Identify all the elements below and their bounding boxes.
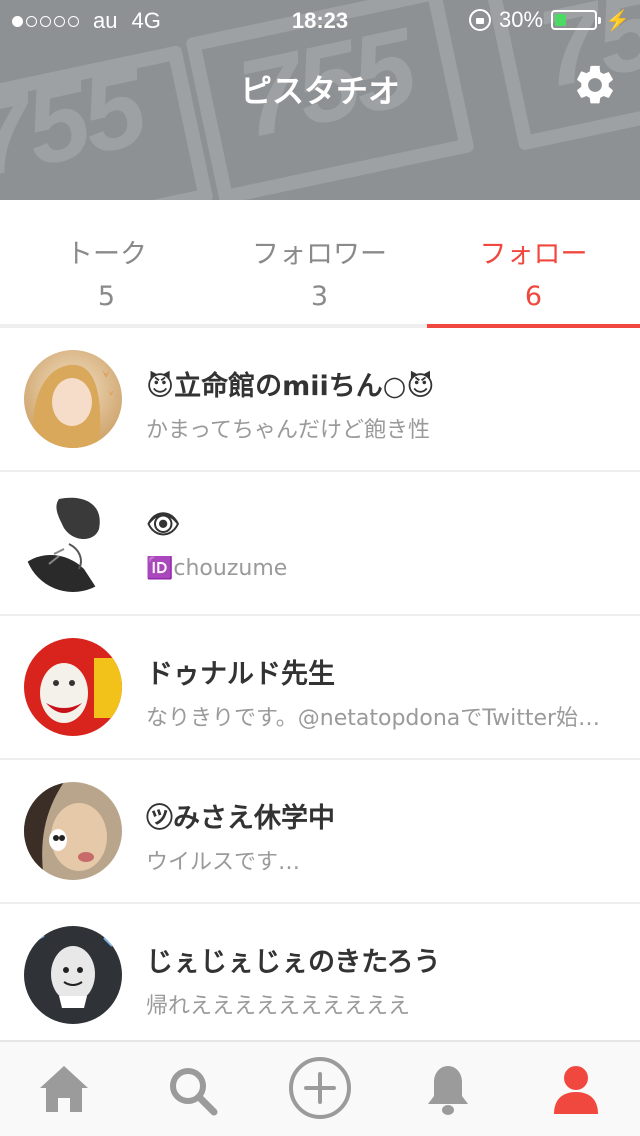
list-item[interactable]: ドゥナルド先生 なりきりです。@netatopdonaでTwitter始めました bbox=[0, 616, 640, 760]
tab-post[interactable] bbox=[288, 1056, 352, 1120]
list-item[interactable]: 😈立命館のmiiちん○😈 かまってちゃんだけど飽き性 bbox=[0, 328, 640, 472]
plus-circle-icon bbox=[289, 1057, 351, 1119]
bell-icon bbox=[428, 1066, 468, 1115]
battery-fill bbox=[555, 14, 567, 26]
tab-followers[interactable]: フォロワー 3 bbox=[213, 200, 426, 324]
battery-icon bbox=[551, 10, 602, 30]
user-description: かまってちゃんだけど飽き性 bbox=[146, 418, 431, 443]
tab-label: フォロワー bbox=[252, 239, 387, 270]
following-list: 😈立命館のmiiちん○😈 かまってちゃんだけど飽き性 👁 🆔chouzume ド… bbox=[0, 328, 640, 1048]
list-item[interactable]: ㋡みさえ休学中 ウイルスです… bbox=[0, 760, 640, 904]
header: 755 755 755 au 4G 18:23 30% ⚡ ピスタチオ bbox=[0, 0, 640, 200]
tab-home[interactable] bbox=[34, 1060, 94, 1120]
home-icon bbox=[40, 1066, 88, 1112]
bottom-tab-bar bbox=[0, 1040, 640, 1136]
tab-profile[interactable] bbox=[546, 1060, 606, 1120]
gear-icon bbox=[577, 65, 613, 104]
user-name: 😈立命館のmiiちん○😈 bbox=[146, 371, 435, 402]
user-description: なりきりです。@netatopdonaでTwitter始めました bbox=[146, 706, 616, 731]
avatar[interactable] bbox=[24, 494, 122, 592]
search-icon bbox=[170, 1068, 218, 1116]
tab-count: 3 bbox=[310, 281, 329, 312]
user-name: 👁 bbox=[146, 509, 181, 540]
list-item[interactable]: 👁 🆔chouzume bbox=[0, 472, 640, 616]
tab-talk[interactable]: トーク 5 bbox=[0, 200, 213, 324]
tab-notifications[interactable] bbox=[418, 1060, 478, 1120]
battery-percent: 30% bbox=[499, 7, 544, 32]
charging-icon: ⚡ bbox=[605, 9, 630, 32]
avatar[interactable] bbox=[24, 782, 122, 880]
status-bar: au 4G 18:23 30% ⚡ bbox=[0, 0, 640, 40]
status-right: 30% ⚡ bbox=[469, 7, 630, 33]
user-description: ウイルスです… bbox=[146, 850, 301, 875]
user-description: 帰れええええええええええ bbox=[146, 994, 411, 1019]
user-name: じぇじぇじぇのきたろう bbox=[146, 947, 441, 978]
avatar[interactable] bbox=[24, 638, 122, 736]
user-name: ㋡みさえ休学中 bbox=[146, 803, 335, 834]
avatar[interactable] bbox=[24, 350, 122, 448]
tab-search[interactable] bbox=[162, 1060, 222, 1120]
tab-count: 6 bbox=[524, 281, 543, 312]
tab-bar-top: トーク 5 フォロワー 3 フォロー 6 bbox=[0, 200, 640, 328]
user-name: ドゥナルド先生 bbox=[146, 659, 335, 690]
person-icon bbox=[554, 1066, 598, 1114]
rotation-lock-icon bbox=[469, 9, 492, 31]
avatar[interactable] bbox=[24, 926, 122, 1024]
list-item[interactable]: じぇじぇじぇのきたろう 帰れええええええええええ bbox=[0, 904, 640, 1048]
tab-count: 5 bbox=[97, 281, 116, 312]
tab-following[interactable]: フォロー 6 bbox=[427, 200, 640, 324]
settings-button[interactable] bbox=[572, 62, 618, 108]
page-title: ピスタチオ bbox=[239, 72, 400, 110]
user-description: 🆔chouzume bbox=[146, 556, 288, 581]
tab-label: トーク bbox=[66, 239, 147, 270]
tab-label: フォロー bbox=[479, 239, 588, 270]
